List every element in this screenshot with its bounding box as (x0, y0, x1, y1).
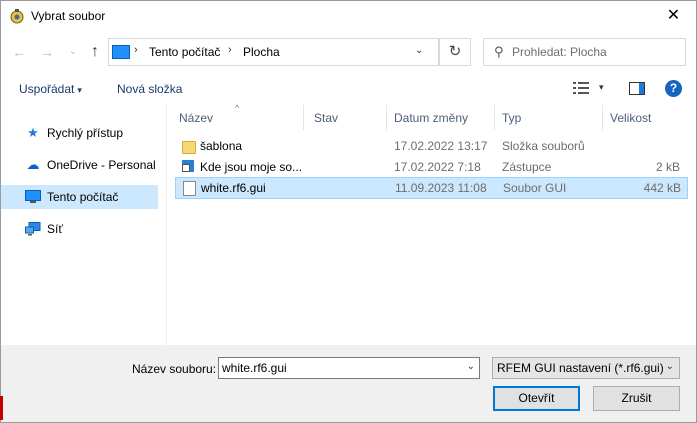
refresh-button[interactable]: ↻ (439, 38, 471, 66)
cloud-icon: ☁ (26, 157, 40, 172)
file-name: Kde jsou moje so... (200, 160, 303, 174)
file-row[interactable]: šablona 17.02.2022 13:17 Složka souborů (175, 136, 686, 156)
monitor-icon (25, 190, 41, 203)
cancel-button[interactable]: Zrušit (593, 386, 680, 411)
folder-icon (182, 141, 196, 154)
file-type: Složka souborů (502, 139, 585, 153)
file-date: 17.02.2022 7:18 (394, 160, 481, 174)
column-divider[interactable] (303, 105, 304, 130)
column-divider[interactable] (602, 105, 603, 130)
filename-input[interactable] (222, 360, 452, 375)
file-list: ^ Název Stav Datum změny Typ Velikost ša… (167, 103, 696, 345)
title-bar: Vybrat soubor ✕ (1, 1, 696, 31)
dialog-footer: Název souboru: ⌄ RFEM GUI nastavení (*.r… (1, 345, 696, 422)
app-icon (10, 9, 24, 24)
sidebar-item-onedrive[interactable]: ☁ OneDrive - Personal (1, 153, 158, 177)
view-details-icon[interactable] (573, 81, 589, 95)
sidebar-item-label: Síť (47, 222, 63, 236)
file-date: 11.09.2023 11:08 (395, 181, 487, 195)
file-row-selected[interactable]: white.rf6.gui 11.09.2023 11:08 Soubor GU… (175, 177, 688, 199)
command-bar: Uspořádat ▾ Nová složka ▾ ? (1, 77, 696, 101)
sidebar-item-this-pc[interactable]: Tento počítač (1, 185, 158, 209)
sidebar-item-label: OneDrive - Personal (47, 158, 156, 172)
view-options-dropdown-icon[interactable]: ▾ (599, 82, 604, 93)
file-name: white.rf6.gui (201, 181, 266, 195)
file-dialog: Vybrat soubor ✕ ← → ⌄ ↑ › Tento počítač … (0, 0, 697, 423)
file-type: Zástupce (502, 160, 552, 174)
search-box[interactable]: ⚲ Prohledat: Plocha (483, 38, 686, 66)
column-divider[interactable] (386, 105, 387, 130)
filename-combobox[interactable]: ⌄ (218, 357, 480, 379)
breadcrumb-this-pc[interactable]: Tento počítač (149, 45, 220, 59)
help-icon[interactable]: ? (665, 80, 682, 97)
column-header-size[interactable]: Velikost (610, 111, 651, 125)
recent-locations-button[interactable]: ⌄ (63, 41, 83, 63)
sidebar-item-label: Rychlý přístup (47, 126, 124, 140)
filetype-value: RFEM GUI nastavení (*.rf6.gui) (497, 361, 664, 375)
column-divider[interactable] (494, 105, 495, 130)
computer-icon (112, 45, 130, 59)
file-type: Soubor GUI (503, 181, 567, 195)
forward-button[interactable]: → (37, 41, 57, 63)
chevron-down-icon[interactable]: ⌄ (467, 361, 475, 372)
search-placeholder: Prohledat: Plocha (512, 45, 607, 59)
sidebar-item-quick-access[interactable]: ★ Rychlý přístup (1, 121, 158, 145)
window-title: Vybrat soubor (31, 9, 106, 23)
filetype-select[interactable]: RFEM GUI nastavení (*.rf6.gui) ⌄ (492, 357, 680, 379)
file-size: 442 kB (643, 181, 681, 195)
up-button[interactable]: ↑ (85, 41, 105, 63)
edge-marker (0, 396, 3, 420)
breadcrumb-desktop[interactable]: Plocha (243, 45, 280, 59)
network-icon (25, 222, 41, 236)
new-folder-button[interactable]: Nová složka (117, 82, 182, 96)
file-date: 17.02.2022 13:17 (394, 139, 488, 153)
close-button[interactable]: ✕ (651, 1, 696, 31)
file-size: 2 kB (655, 160, 680, 174)
file-icon (183, 181, 196, 196)
address-bar[interactable]: › Tento počítač › Plocha ⌄ (108, 38, 439, 66)
sidebar-item-label: Tento počítač (47, 190, 119, 204)
sidebar-item-network[interactable]: Síť (1, 217, 158, 241)
organize-button[interactable]: Uspořádat ▾ (19, 82, 82, 96)
organize-label: Uspořádat (19, 82, 75, 96)
breadcrumb-separator-icon[interactable]: › (134, 44, 138, 56)
column-header-name[interactable]: Název (179, 111, 213, 125)
breadcrumb-separator-icon[interactable]: › (228, 44, 232, 56)
file-name: šablona (200, 139, 243, 153)
navigation-pane: ★ Rychlý přístup ☁ OneDrive - Personal T… (1, 105, 166, 345)
column-header-date-modified[interactable]: Datum změny (394, 111, 468, 125)
star-icon: ★ (27, 125, 39, 140)
chevron-down-icon: ⌄ (665, 361, 674, 372)
open-button[interactable]: Otevřít (493, 386, 580, 411)
navigation-bar: ← → ⌄ ↑ › Tento počítač › Plocha ⌄ ↻ ⚲ P… (1, 37, 696, 67)
column-header-type[interactable]: Typ (502, 111, 521, 125)
search-icon: ⚲ (494, 44, 504, 59)
filename-label: Název souboru: (132, 362, 217, 376)
back-button[interactable]: ← (9, 41, 29, 63)
file-row[interactable]: Kde jsou moje so... 17.02.2022 7:18 Zást… (175, 157, 686, 177)
preview-pane-icon[interactable] (629, 82, 645, 95)
chevron-down-icon: ▾ (77, 85, 82, 95)
shortcut-icon (182, 160, 194, 172)
column-header-status[interactable]: Stav (314, 111, 338, 125)
address-dropdown-icon[interactable]: ⌄ (415, 45, 423, 56)
sort-ascending-icon: ^ (235, 103, 240, 113)
